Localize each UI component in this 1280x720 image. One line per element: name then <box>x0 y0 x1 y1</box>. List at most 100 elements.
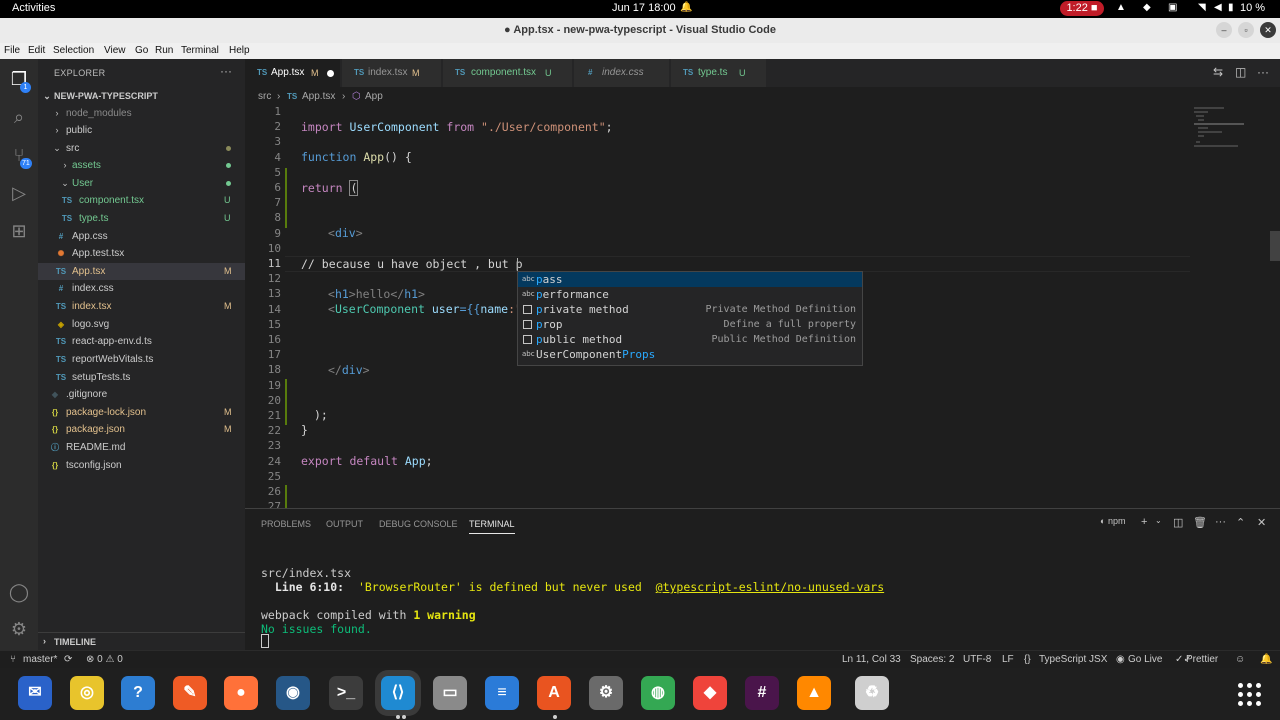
tab-type-ts[interactable]: TS type.ts U <box>671 59 767 87</box>
file-tree-item[interactable]: TS setupTests.ts <box>38 369 245 386</box>
trash-icon[interactable]: ♻ <box>855 676 889 710</box>
explorer-icon[interactable]: ❐ 1 <box>7 67 31 93</box>
run-debug-icon[interactable]: ▷ <box>7 181 31 205</box>
settings-icon[interactable]: ⚙ <box>589 676 623 710</box>
suggestion-item[interactable]: abc performance <box>518 287 862 302</box>
close-window-button[interactable]: ✕ <box>1260 22 1276 38</box>
software-icon[interactable]: A <box>537 676 571 710</box>
extensions-icon[interactable]: ⊞ <box>7 219 31 243</box>
split-terminal-icon[interactable]: ◫ <box>1173 516 1183 529</box>
suggestion-item[interactable]: prop Define a full property <box>518 317 862 332</box>
tab-problems[interactable]: PROBLEMS <box>261 519 311 529</box>
rhythmbox-icon[interactable]: ◎ <box>70 676 104 710</box>
workspace-root[interactable]: ⌄ NEW-PWA-TYPESCRIPT <box>38 88 245 105</box>
tab-app-tsx[interactable]: TS App.tsx M <box>245 59 341 87</box>
menu-run[interactable]: Run <box>155 45 173 56</box>
file-tree-item[interactable]: TS react-app-env.d.ts <box>38 333 245 350</box>
prettier-status[interactable]: Prettier <box>1186 654 1218 665</box>
terminal-npm-icon[interactable]: ◐ npm <box>1100 516 1125 526</box>
chevron-down-icon[interactable]: ⌄ <box>1155 516 1162 525</box>
search-icon[interactable]: ⌕ <box>7 105 31 129</box>
menu-go[interactable]: Go <box>135 45 148 56</box>
file-tree-item[interactable]: {} package.json M <box>38 421 245 438</box>
timeline-section[interactable]: › TIMELINE <box>38 632 245 650</box>
chrome-icon[interactable]: ◍ <box>641 676 675 710</box>
maximize-button[interactable]: ▫ <box>1238 22 1254 38</box>
file-tree-item[interactable]: # App.css <box>38 228 245 245</box>
suggestion-item[interactable]: private method Private Method Definition <box>518 302 862 317</box>
files-icon[interactable]: ▭ <box>433 676 467 710</box>
file-tree-item[interactable]: ⌄ User <box>38 175 245 192</box>
file-tree-item[interactable]: {} package-lock.json M <box>38 404 245 421</box>
encoding[interactable]: UTF-8 <box>963 654 991 665</box>
menu-help[interactable]: Help <box>229 45 250 56</box>
thunderbird-icon[interactable]: ✉ <box>18 676 52 710</box>
maximize-panel-icon[interactable]: ⌃ <box>1236 516 1245 529</box>
file-tree-item[interactable]: # index.css <box>38 280 245 297</box>
kill-terminal-icon[interactable]: 🗑 <box>1193 516 1207 529</box>
git-branch[interactable]: master* <box>23 654 57 665</box>
menu-terminal[interactable]: Terminal <box>181 45 219 56</box>
cursor-position[interactable]: Ln 11, Col 33 <box>842 654 901 665</box>
accounts-icon[interactable]: ◯ <box>7 580 31 604</box>
terminal-icon[interactable]: >_ <box>329 676 363 710</box>
writer-icon[interactable]: ≡ <box>485 676 519 710</box>
end-of-line[interactable]: LF <box>1002 654 1014 665</box>
suggestion-item[interactable]: abc pass <box>518 272 862 287</box>
split-editor-icon[interactable]: ◫ <box>1235 65 1246 79</box>
tab-component-tsx[interactable]: TS component.tsx U <box>443 59 573 87</box>
file-tree-item[interactable]: ◈ logo.svg <box>38 316 245 333</box>
slack-icon[interactable]: # <box>745 676 779 710</box>
file-tree-item[interactable]: TS App.tsx M <box>38 263 245 280</box>
close-panel-icon[interactable]: ✕ <box>1257 516 1266 529</box>
file-tree-item[interactable]: TS reportWebVitals.ts <box>38 351 245 368</box>
file-tree-item[interactable]: ✺ App.test.tsx <box>38 245 245 262</box>
file-tree-item[interactable]: ◆ .gitignore <box>38 386 245 403</box>
go-live-button[interactable]: Go Live <box>1128 654 1162 665</box>
suggestion-item[interactable]: abc UserComponentProps <box>518 347 862 362</box>
file-tree-item[interactable]: {} tsconfig.json <box>38 457 245 474</box>
language-mode[interactable]: TypeScript JSX <box>1039 654 1107 665</box>
file-tree-item[interactable]: TS type.ts U <box>38 210 245 227</box>
file-tree-item[interactable]: › public <box>38 122 245 139</box>
tab-output[interactable]: OUTPUT <box>326 519 363 529</box>
postman-icon[interactable]: ✎ <box>173 676 207 710</box>
menu-file[interactable]: File <box>4 45 20 56</box>
tab-index-tsx[interactable]: TS index.tsx M <box>342 59 442 87</box>
breadcrumb-file[interactable]: App.tsx <box>302 91 335 102</box>
file-tree-item[interactable]: TS index.tsx M <box>38 298 245 315</box>
show-applications-icon[interactable] <box>1238 683 1262 707</box>
breadcrumb-folder[interactable]: src <box>258 91 271 102</box>
help-icon[interactable]: ? <box>121 676 155 710</box>
anydesk-icon[interactable]: ◆ <box>693 676 727 710</box>
minimap[interactable] <box>1190 105 1280 508</box>
new-terminal-icon[interactable]: + <box>1141 516 1147 528</box>
menu-view[interactable]: View <box>104 45 126 56</box>
menu-selection[interactable]: Selection <box>53 45 94 56</box>
explorer-more-icon[interactable]: ··· <box>220 64 232 78</box>
manage-gear-icon[interactable]: ⚙ <box>7 617 31 641</box>
indentation[interactable]: Spaces: 2 <box>910 654 954 665</box>
suggestion-item[interactable]: public method Public Method Definition <box>518 332 862 347</box>
file-tree-item[interactable]: ⌄ src <box>38 140 245 157</box>
code-editor[interactable]: 1 2 3 4 5 6 7 8 9 10 11 12 13 14 15 16 17 18 19 20 21 22 23 24 2… <box>245 105 1280 508</box>
menu-edit[interactable]: Edit <box>28 45 45 56</box>
file-tree-item[interactable]: › node_modules <box>38 105 245 122</box>
feedback-icon[interactable]: ☺ <box>1235 654 1245 665</box>
more-actions-icon[interactable]: ··· <box>1215 516 1226 528</box>
breadcrumb-symbol[interactable]: App <box>365 91 383 102</box>
clock[interactable]: Jun 17 18:00 <box>612 2 676 14</box>
firefox-icon[interactable]: ● <box>224 676 258 710</box>
file-tree-item[interactable]: ⓘ README.md <box>38 439 245 456</box>
notifications-bell-icon[interactable]: 🔔 <box>1260 654 1272 665</box>
minimize-button[interactable]: – <box>1216 22 1232 38</box>
tab-debug-console[interactable]: DEBUG CONSOLE <box>379 519 458 529</box>
activities-button[interactable]: Activities <box>12 2 55 14</box>
editor-scrollbar[interactable] <box>1270 231 1280 261</box>
unsaved-dot-icon[interactable] <box>327 70 334 77</box>
file-tree-item[interactable]: › assets <box>38 157 245 174</box>
more-actions-icon[interactable]: ··· <box>1257 65 1269 79</box>
recording-indicator[interactable]: 1:22 ■ <box>1060 1 1104 16</box>
open-changes-icon[interactable]: ⇆ <box>1213 65 1223 79</box>
tab-index-css[interactable]: # index.css <box>574 59 670 87</box>
